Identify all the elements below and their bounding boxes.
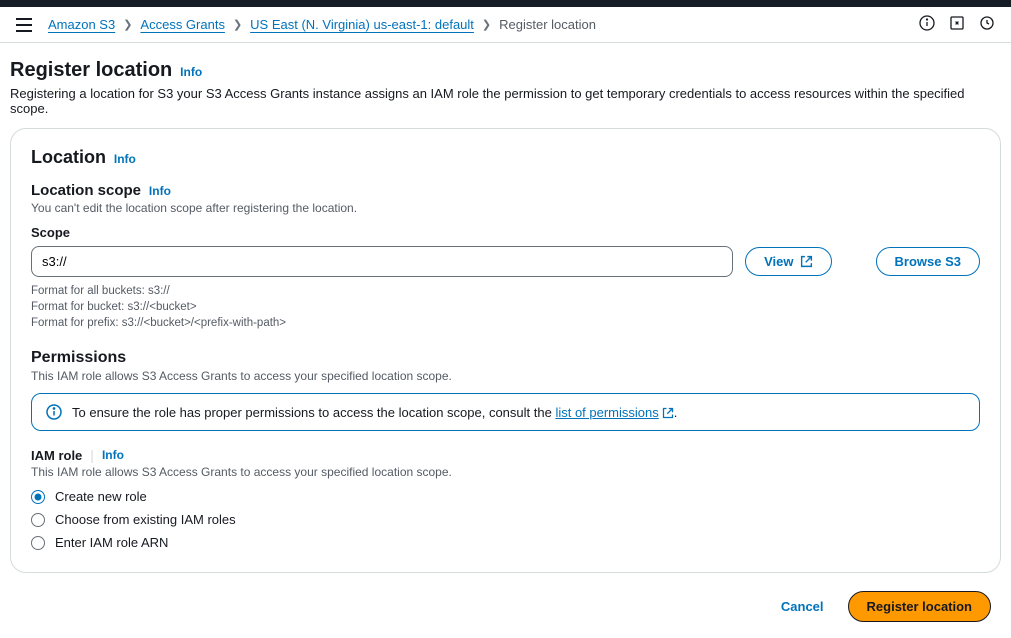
location-section-title: Location bbox=[31, 147, 106, 167]
register-location-button[interactable]: Register location bbox=[848, 591, 991, 622]
page-description: Registering a location for S3 your S3 Ac… bbox=[10, 86, 1001, 116]
page-title: Register location bbox=[10, 59, 172, 81]
info-circle-icon[interactable] bbox=[919, 15, 935, 34]
permissions-list-link[interactable]: list of permissions bbox=[555, 405, 673, 420]
external-link-icon bbox=[662, 407, 674, 419]
hint-line: Format for prefix: s3://<bucket>/<prefix… bbox=[31, 315, 980, 331]
breadcrumb-bar: Amazon S3 ❯ Access Grants ❯ US East (N. … bbox=[0, 7, 1011, 43]
location-scope-title: Location scope bbox=[31, 182, 141, 199]
radio-icon bbox=[31, 536, 45, 550]
radio-icon bbox=[31, 490, 45, 504]
iam-role-radio-group: Create new role Choose from existing IAM… bbox=[31, 485, 980, 554]
view-button-label: View bbox=[764, 254, 793, 269]
info-link[interactable]: Info bbox=[102, 448, 124, 462]
permissions-desc: This IAM role allows S3 Access Grants to… bbox=[31, 369, 980, 383]
view-button[interactable]: View bbox=[745, 247, 831, 276]
cancel-button[interactable]: Cancel bbox=[769, 593, 836, 620]
radio-enter-arn[interactable]: Enter IAM role ARN bbox=[31, 531, 980, 554]
radio-label: Enter IAM role ARN bbox=[55, 535, 168, 550]
info-link[interactable]: Info bbox=[149, 184, 171, 198]
permissions-title: Permissions bbox=[31, 349, 126, 366]
info-alert: To ensure the role has proper permission… bbox=[31, 393, 980, 431]
scope-field-label: Scope bbox=[31, 225, 980, 240]
top-dark-bar bbox=[0, 0, 1011, 7]
scope-input[interactable] bbox=[31, 246, 733, 277]
scope-hints: Format for all buckets: s3:// Format for… bbox=[31, 283, 980, 331]
hamburger-icon[interactable] bbox=[16, 18, 32, 32]
hint-line: Format for bucket: s3://<bucket> bbox=[31, 299, 980, 315]
chevron-right-icon: ❯ bbox=[233, 18, 242, 31]
breadcrumb-link-s3[interactable]: Amazon S3 bbox=[48, 17, 115, 32]
radio-icon bbox=[31, 513, 45, 527]
external-link-icon bbox=[800, 255, 813, 268]
alert-text: To ensure the role has proper permission… bbox=[72, 405, 677, 420]
iam-role-desc: This IAM role allows S3 Access Grants to… bbox=[31, 465, 980, 479]
iam-role-label: IAM role bbox=[31, 448, 82, 463]
chevron-right-icon: ❯ bbox=[123, 18, 132, 31]
refresh-icon[interactable] bbox=[979, 15, 995, 34]
location-panel: Location Info Location scope Info You ca… bbox=[10, 128, 1001, 573]
breadcrumb-link-access-grants[interactable]: Access Grants bbox=[140, 17, 225, 32]
radio-create-new-role[interactable]: Create new role bbox=[31, 485, 980, 508]
breadcrumb-current: Register location bbox=[499, 17, 596, 32]
chevron-right-icon: ❯ bbox=[482, 18, 491, 31]
breadcrumb-link-region[interactable]: US East (N. Virginia) us-east-1: default bbox=[250, 17, 474, 32]
footer-actions: Cancel Register location bbox=[10, 591, 1001, 622]
page-content: Register location Info Registering a loc… bbox=[0, 43, 1011, 638]
iam-role-label-row: IAM role | Info bbox=[31, 447, 980, 463]
info-circle-icon bbox=[46, 404, 62, 420]
location-scope-desc: You can't edit the location scope after … bbox=[31, 201, 980, 215]
topbar-icons bbox=[919, 15, 995, 34]
info-link[interactable]: Info bbox=[114, 152, 136, 166]
breadcrumb: Amazon S3 ❯ Access Grants ❯ US East (N. … bbox=[48, 17, 919, 32]
scope-row: View Browse S3 bbox=[31, 246, 980, 277]
hint-line: Format for all buckets: s3:// bbox=[31, 283, 980, 299]
separator: | bbox=[90, 447, 94, 463]
page-header: Register location Info Registering a loc… bbox=[10, 59, 1001, 116]
info-link[interactable]: Info bbox=[180, 65, 202, 79]
export-icon[interactable] bbox=[949, 15, 965, 34]
browse-s3-button[interactable]: Browse S3 bbox=[876, 247, 980, 276]
radio-label: Create new role bbox=[55, 489, 147, 504]
radio-label: Choose from existing IAM roles bbox=[55, 512, 236, 527]
